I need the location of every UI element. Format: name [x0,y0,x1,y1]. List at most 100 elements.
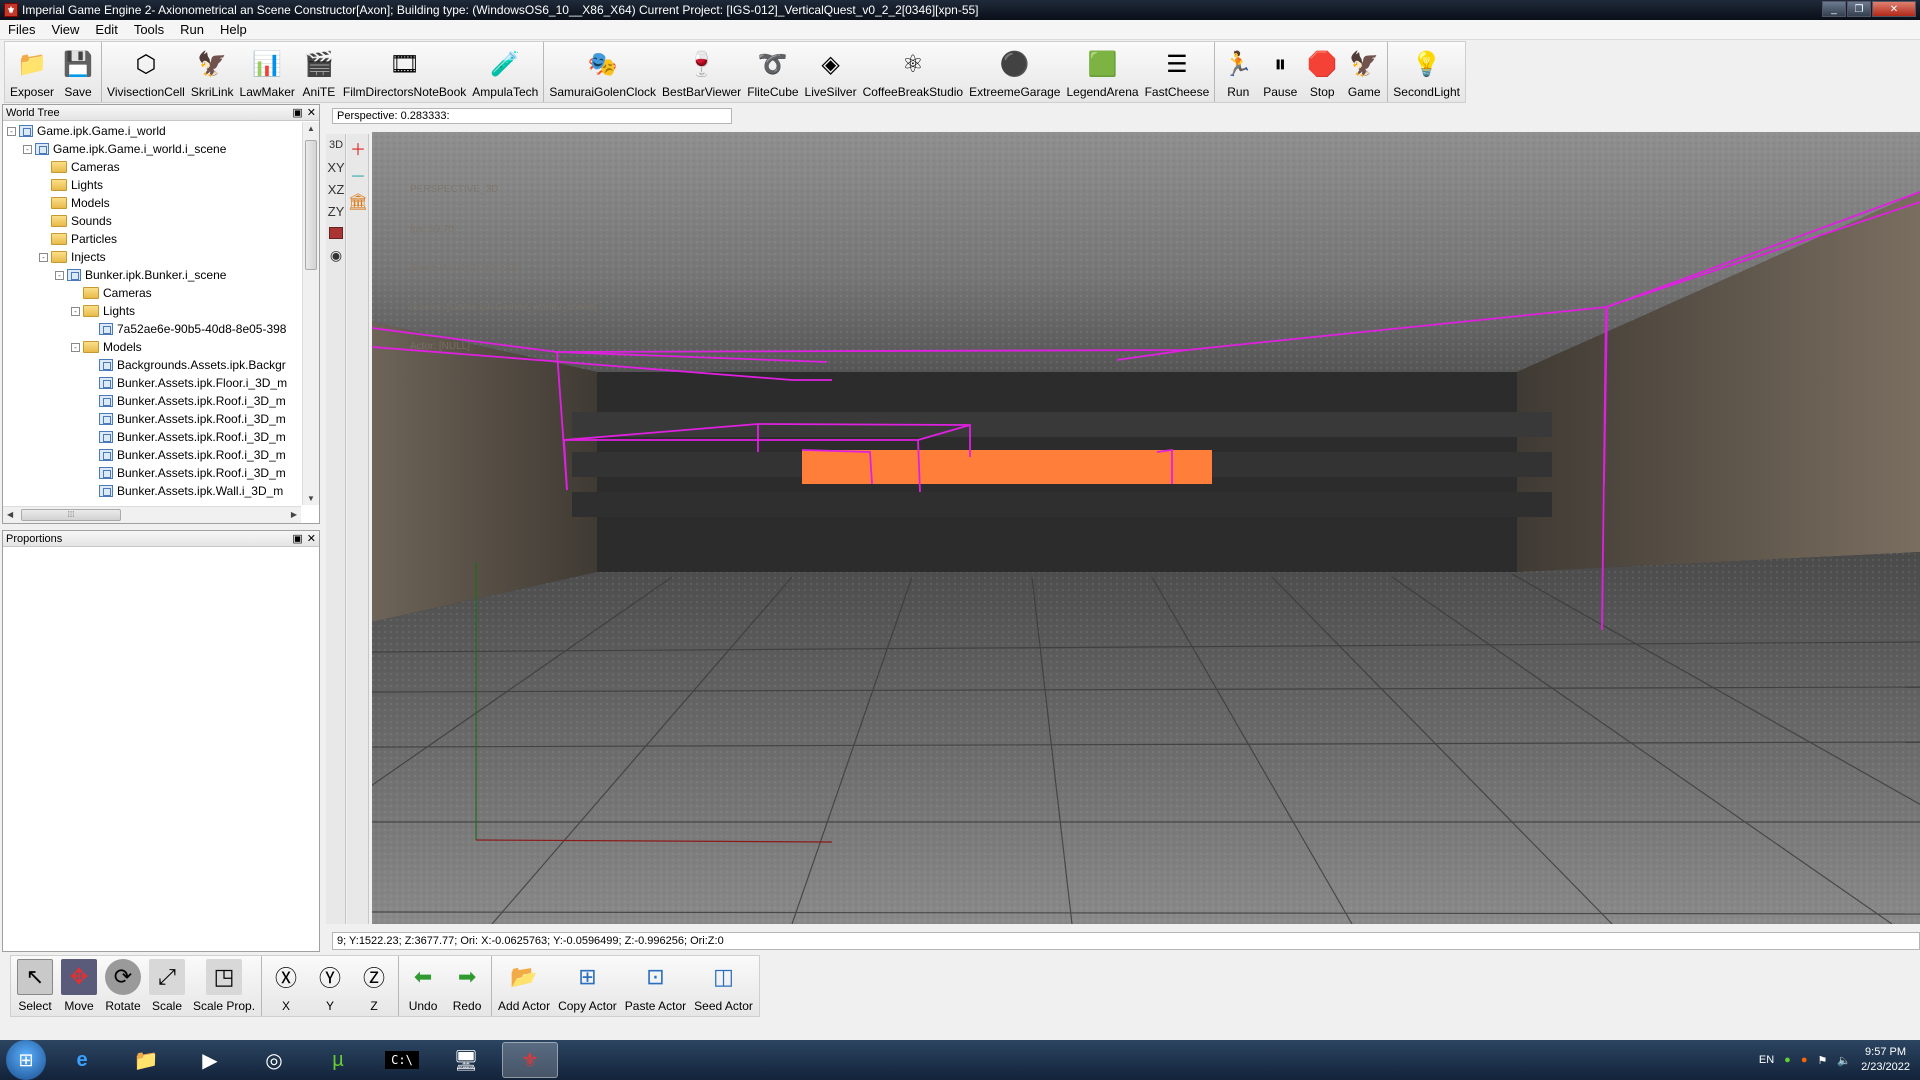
redo-button[interactable]: ➡ Redo [445,956,489,1016]
bestbarviewer-button[interactable]: 🍷 BestBarViewer [659,42,744,102]
close-button[interactable]: ✕ [1872,1,1916,17]
tree-horizontal-scrollbar[interactable]: ◀ ⁞⁞⁞ ▶ [3,506,301,523]
stop-button[interactable]: 🛑 Stop [1301,42,1343,102]
add-actor-button[interactable]: 📂 Add Actor [494,956,554,1016]
scale-button[interactable]: ⤢ Scale [145,956,189,1016]
collapse-icon[interactable]: - [71,306,80,316]
zoom-in-icon[interactable]: ＋ [347,134,369,161]
tree-item[interactable]: - Lights [3,302,301,320]
game-button[interactable]: 🦅 Game [1343,42,1385,102]
close-panel-icon[interactable]: ✕ [307,532,316,545]
save-button[interactable]: 💾 Save [57,42,99,102]
render-mode-icon[interactable] [326,222,346,244]
flitecube-button[interactable]: ➰ FliteCube [744,42,801,102]
view-xz-button[interactable]: XZ [326,178,346,200]
pause-button[interactable]: ⏸ Pause [1259,42,1301,102]
skrilink-button[interactable]: 🦅 SkriLink [188,42,237,102]
axis-y-button[interactable]: Ⓨ Y [308,956,352,1016]
tree-item[interactable]: Lights [3,176,301,194]
collapse-icon[interactable]: - [7,126,16,136]
lawmaker-button[interactable]: 📊 LawMaker [237,42,298,102]
undo-button[interactable]: ⬅ Undo [401,956,445,1016]
zoom-out-icon[interactable]: － [347,161,369,188]
menu-view[interactable]: View [43,22,87,37]
coffeebreakstudio-button[interactable]: ⚛ CoffeeBreakStudio [860,42,967,102]
axis-z-button[interactable]: Ⓩ Z [352,956,396,1016]
view-3d-button[interactable]: 3D [326,134,346,156]
tree-item[interactable]: Cameras [3,284,301,302]
taskbar-engine[interactable]: ⚜ [502,1042,558,1078]
exposer-button[interactable]: 📁 Exposer [7,42,57,102]
run-button[interactable]: 🏃 Run [1217,42,1259,102]
taskbar-ie[interactable]: e [54,1042,110,1078]
scene-viewport[interactable]: PERSPECTIVE_3D fps: 59.70 Arena Pos: x[0… [372,132,1920,924]
taskbar-cmd[interactable]: C:\ [374,1042,430,1078]
maximize-button[interactable]: ❐ [1847,1,1871,17]
scroll-thumb[interactable] [305,140,317,270]
collapse-icon[interactable]: - [39,252,48,262]
minimize-button[interactable]: _ [1822,1,1846,17]
secondlight-button[interactable]: 💡 SecondLight [1390,42,1463,102]
filmdirectorsnotebook-button[interactable]: 🎞 FilmDirectorsNoteBook [340,42,469,102]
taskbar-editor[interactable]: 🖥 [438,1042,494,1078]
menu-help[interactable]: Help [212,22,255,37]
undock-icon[interactable]: ▣ [292,106,302,119]
livesilver-button[interactable]: ◈ LiveSilver [802,42,860,102]
ampulatech-button[interactable]: 🧪 AmpulaTech [469,42,541,102]
hscroll-thumb[interactable]: ⁞⁞⁞ [21,509,121,521]
tree-item[interactable]: - Bunker.ipk.Bunker.i_scene [3,266,301,284]
tree-item[interactable]: Sounds [3,212,301,230]
move-button[interactable]: ✥ Move [57,956,101,1016]
fastcheese-button[interactable]: ☰ FastCheese [1142,42,1213,102]
paste-actor-button[interactable]: ⊡ Paste Actor [621,956,690,1016]
collapse-icon[interactable]: - [23,144,32,154]
vivisectioncell-button[interactable]: ⬡ VivisectionCell [104,42,188,102]
columns-icon[interactable]: 🏛 [347,188,369,215]
tree-item[interactable]: - Game.ipk.Game.i_world [3,122,301,140]
tree-item[interactable]: Bunker.Assets.ipk.Roof.i_3D_m [3,446,301,464]
undock-icon[interactable]: ▣ [292,532,302,545]
tree-vertical-scrollbar[interactable]: ▲ ▼ [302,122,319,505]
menu-tools[interactable]: Tools [126,22,172,37]
scroll-down-icon[interactable]: ▼ [307,494,315,503]
tree-item[interactable]: - Injects [3,248,301,266]
copy-actor-button[interactable]: ⊞ Copy Actor [554,956,621,1016]
taskbar-explorer[interactable]: 📁 [118,1042,174,1078]
start-button[interactable]: ⊞ [6,1040,46,1080]
view-zy-button[interactable]: ZY [326,200,346,222]
taskbar-clock[interactable]: 9:57 PM 2/23/2022 [1861,1045,1910,1075]
collapse-icon[interactable]: - [71,342,80,352]
scroll-up-icon[interactable]: ▲ [307,124,315,133]
perspective-field[interactable]: Perspective: 0.283333: [332,108,732,124]
legendarena-button[interactable]: 🟩 LegendArena [1063,42,1141,102]
tree-item[interactable]: Bunker.Assets.ipk.Wall.i_3D_m [3,482,301,500]
anite-button[interactable]: 🎬 AniTE [298,42,340,102]
tree-item[interactable]: Backgrounds.Assets.ipk.Backgr [3,356,301,374]
tree-item[interactable]: Particles [3,230,301,248]
tree-item[interactable]: Cameras [3,158,301,176]
tree-item[interactable]: Bunker.Assets.ipk.Roof.i_3D_m [3,392,301,410]
taskbar-torrent[interactable]: µ [310,1042,366,1078]
tree-item[interactable]: Bunker.Assets.ipk.Roof.i_3D_m [3,428,301,446]
seed-actor-button[interactable]: ◫ Seed Actor [690,956,757,1016]
scale-prop-button[interactable]: ◳ Scale Prop. [189,956,259,1016]
extreemegarage-button[interactable]: ⚫ ExtreemeGarage [966,42,1063,102]
close-panel-icon[interactable]: ✕ [307,106,316,119]
tree-item[interactable]: Models [3,194,301,212]
view-xy-button[interactable]: XY [326,156,346,178]
taskbar-chrome[interactable]: ◎ [246,1042,302,1078]
tray-alert-icon[interactable]: ● [1801,1054,1808,1066]
tray-torrent-icon[interactable]: ● [1784,1054,1791,1066]
eye-icon[interactable]: ◉ [326,244,346,266]
tree-item[interactable]: Bunker.Assets.ipk.Roof.i_3D_m [3,464,301,482]
tree-item[interactable]: - Models [3,338,301,356]
tray-network-icon[interactable]: ⚑ [1817,1054,1827,1067]
tree-item[interactable]: 7a52ae6e-90b5-40d8-8e05-398 [3,320,301,338]
tree-item[interactable]: Bunker.Assets.ipk.Floor.i_3D_m [3,374,301,392]
rotate-button[interactable]: ⟳ Rotate [101,956,145,1016]
scroll-right-icon[interactable]: ▶ [291,510,297,519]
tree-item[interactable]: - Game.ipk.Game.i_world.i_scene [3,140,301,158]
scroll-left-icon[interactable]: ◀ [7,510,13,519]
select-button[interactable]: ↖ Select [13,956,57,1016]
app-icon[interactable]: ⚜ [4,3,18,17]
